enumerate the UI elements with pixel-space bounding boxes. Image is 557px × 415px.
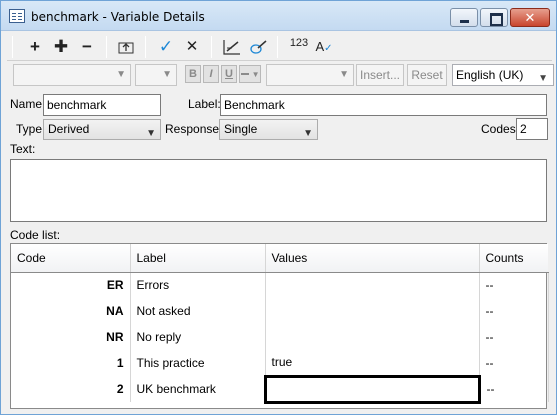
table-row[interactable]: NA Not asked -- [11,298,549,324]
name-label: Name: [10,97,46,111]
chevron-down-icon: ▼ [162,69,172,80]
spell-check-icon[interactable]: A✓ [313,36,335,58]
column-header-code[interactable]: Code [11,244,131,273]
value-cell-editing[interactable] [263,374,481,404]
value-cell[interactable] [265,324,480,350]
insert-button[interactable]: Insert... [356,64,404,86]
edit-variable-icon[interactable] [247,36,269,58]
language-select[interactable]: English (UK) ▼ [452,64,554,86]
color-bar-icon [240,73,249,76]
reset-button[interactable]: Reset [407,64,447,86]
count-cell: -- [479,376,549,402]
codes-label: Codes: [481,122,520,136]
italic-button[interactable]: I [203,65,219,83]
chevron-down-icon: ▼ [116,69,126,80]
code-cell[interactable]: 1 [11,350,131,376]
variable-details-window: benchmark - Variable Details ✕ + ✚ − ✓ ✕ [0,0,557,415]
chevron-down-icon: ▼ [146,128,156,139]
column-header-label[interactable]: Label [130,244,266,273]
title-bar[interactable]: benchmark - Variable Details ✕ [1,1,556,31]
maximize-button[interactable] [480,8,508,27]
codes-field[interactable]: 2 [516,118,548,140]
code-cell[interactable]: 2 [11,376,131,402]
font-size-combo[interactable]: ▼ [135,64,177,86]
window-title: benchmark - Variable Details [31,10,205,24]
code-list-label: Code list: [10,228,61,242]
code-cell[interactable]: NR [11,324,131,350]
remove-icon[interactable]: − [76,36,98,58]
number-icon[interactable]: 123 [288,32,310,54]
label-cell[interactable]: UK benchmark [130,376,266,402]
value-cell[interactable] [265,298,480,324]
language-value: English (UK) [456,68,524,82]
count-cell: -- [479,350,549,376]
label-cell[interactable]: This practice [130,350,266,376]
type-select[interactable]: Derived ▼ [43,119,161,140]
type-value: Derived [48,122,90,136]
column-header-values[interactable]: Values [265,244,480,273]
add-multiple-icon[interactable]: ✚ [50,36,72,58]
value-cell[interactable]: true [265,350,480,376]
code-cell[interactable]: NA [11,298,131,324]
variable-icon [9,9,25,23]
underline-button[interactable]: U [221,65,237,83]
column-header-counts[interactable]: Counts [479,244,548,273]
chevron-down-icon: ▼ [538,73,548,84]
header-row: Code Label Values Counts [11,244,548,273]
chevron-down-icon: ▼ [303,128,313,139]
style-combo[interactable]: ▼ [266,64,354,86]
toolbar-separator [277,36,278,58]
text-area[interactable] [10,159,547,222]
code-list-grid[interactable]: Code Label Values Counts ER Errors -- NA… [10,243,549,409]
check-icon[interactable]: ✓ [155,36,177,58]
label-field[interactable]: Benchmark [220,94,547,116]
table-row[interactable]: NR No reply -- [11,324,549,350]
label-cell[interactable]: Errors [130,272,266,298]
spell-check-letter: A [315,39,325,54]
bold-button[interactable]: B [185,65,201,83]
count-cell: -- [479,324,549,350]
label-label: Label: [188,97,221,111]
type-label: Type: [16,122,46,136]
label-cell[interactable]: Not asked [130,298,266,324]
close-icon: ✕ [524,10,536,25]
response-label: Response: [165,122,223,136]
count-cell: -- [479,272,549,298]
move-up-icon[interactable] [115,36,137,58]
font-combo[interactable]: ▼ [13,64,131,86]
toolbar-separator [106,36,107,58]
table-row[interactable]: 1 This practice true -- [11,350,549,376]
edit-chart-icon[interactable] [221,36,243,58]
response-select[interactable]: Single ▼ [219,119,318,140]
label-cell[interactable]: No reply [130,324,266,350]
chevron-down-icon: ▼ [251,70,260,79]
toolbar-separator [211,36,212,58]
name-field[interactable]: benchmark [43,94,161,116]
code-cell[interactable]: ER [11,272,131,298]
format-toolbar: ▼ ▼ B I U ▼ ▼ Insert... Reset English (U… [7,63,554,89]
minimize-button[interactable] [450,8,478,27]
main-toolbar: + ✚ − ✓ ✕ 123 A✓ [7,33,552,61]
text-color-button[interactable]: ▼ [239,65,261,83]
chevron-down-icon: ▼ [339,69,349,80]
cancel-icon[interactable]: ✕ [181,36,203,58]
add-icon[interactable]: + [24,36,46,58]
toolbar-separator [145,36,146,58]
count-cell: -- [479,298,549,324]
value-cell[interactable] [265,272,480,298]
table-row[interactable]: 2 UK benchmark -- [11,374,549,404]
response-value: Single [224,122,258,136]
toolbar-separator [12,36,13,58]
close-button[interactable]: ✕ [510,8,550,27]
table-row[interactable]: ER Errors -- [11,272,549,298]
text-label: Text: [10,142,36,156]
